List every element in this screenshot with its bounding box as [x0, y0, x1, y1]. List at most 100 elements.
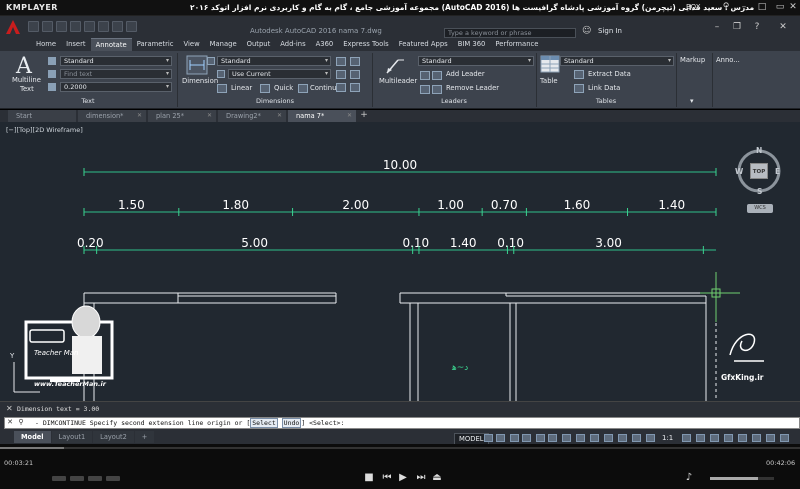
app-restore-icon[interactable]: ❐	[730, 22, 744, 34]
customize-command-icon[interactable]: ⚲	[17, 418, 25, 427]
settings-gear-icon[interactable]	[682, 434, 691, 442]
multiline-text-label-2[interactable]: Text	[20, 85, 34, 93]
layout-tab-layout1[interactable]: Layout1	[51, 431, 93, 443]
text-style-select[interactable]: Standard	[60, 56, 172, 66]
player-tool-button[interactable]	[106, 476, 120, 481]
extract-data-icon[interactable]	[574, 70, 584, 79]
markup-expand-icon[interactable]: ▾	[690, 97, 694, 105]
play-icon[interactable]: ▶	[396, 472, 410, 483]
grid-icon[interactable]	[484, 434, 493, 442]
chain-2-dimension-label[interactable]: 1.40	[450, 236, 477, 250]
tab-express-tools[interactable]: Express Tools	[338, 38, 393, 51]
extract-data-button[interactable]: Extract Data	[588, 70, 631, 78]
command-handle-icon[interactable]: ✕	[6, 404, 13, 413]
otrack-icon[interactable]	[548, 434, 557, 442]
new-tab-button[interactable]: +	[358, 110, 370, 122]
tab-output[interactable]: Output	[242, 38, 276, 51]
user-icon[interactable]: ☺	[582, 26, 591, 36]
snap-icon[interactable]	[496, 434, 505, 442]
multileader-icon[interactable]	[384, 54, 406, 76]
file-tab-nama-7[interactable]: nama 7* ✕	[288, 110, 356, 122]
tab-manage[interactable]: Manage	[205, 38, 242, 51]
plus-icon[interactable]	[696, 434, 705, 442]
polar-icon[interactable]	[522, 434, 531, 442]
add-leader-icon[interactable]	[432, 71, 442, 80]
chain-2-dimension-label[interactable]: 3.00	[595, 236, 622, 250]
dim-tool-icon-6[interactable]	[350, 83, 360, 92]
tab-insert[interactable]: Insert	[61, 38, 91, 51]
wcs-menu-button[interactable]: WCS	[747, 204, 773, 213]
tab-home[interactable]: Home	[31, 38, 61, 51]
app-help-icon[interactable]: ?	[750, 22, 764, 34]
table-style-select[interactable]: Standard	[560, 56, 674, 66]
redo-icon[interactable]	[112, 21, 123, 32]
tab-add-ins[interactable]: Add-ins	[275, 38, 310, 51]
minimize-icon[interactable]: –	[738, 2, 750, 13]
tab-a360[interactable]: A360	[311, 38, 339, 51]
hardware-acceleration-icon[interactable]	[766, 434, 775, 442]
leader-align-icon[interactable]	[420, 71, 430, 80]
close-tab-icon[interactable]: ✕	[277, 112, 282, 119]
dimensions-panel-title[interactable]: Dimensions	[180, 97, 370, 105]
chain-1-dimension-label[interactable]: 0.70	[491, 198, 518, 212]
layout-tab-layout2[interactable]: Layout2	[93, 431, 134, 443]
tab-performance[interactable]: Performance	[490, 38, 543, 51]
find-text-input[interactable]: Find text	[60, 69, 172, 79]
layout-tab-model[interactable]: Model	[14, 431, 51, 443]
compass-south[interactable]: S	[757, 187, 762, 196]
annotation-scale[interactable]: 1:1	[662, 434, 673, 442]
link-data-button[interactable]: Link Data	[588, 84, 620, 92]
isolate-objects-icon[interactable]	[752, 434, 761, 442]
player-tool-button[interactable]	[88, 476, 102, 481]
ortho-icon[interactable]	[510, 434, 519, 442]
file-tab-plan-25[interactable]: plan 25* ✕	[148, 110, 216, 122]
sign-in-button[interactable]: Sign In	[598, 27, 622, 35]
pin-icon[interactable]: ⚲	[720, 2, 732, 13]
eject-icon[interactable]: ⏏	[430, 472, 444, 483]
continue-icon[interactable]	[298, 84, 308, 93]
player-tool-button[interactable]	[70, 476, 84, 481]
workspace-icon[interactable]	[710, 434, 719, 442]
dim-tool-icon-2[interactable]	[350, 57, 360, 66]
dimension-layer-select[interactable]: Use Current	[228, 69, 331, 79]
annotation-panel-label[interactable]: Anno...	[716, 56, 740, 64]
command-option-select[interactable]: Select	[250, 418, 278, 428]
text-height-select[interactable]: 0.2000	[60, 82, 172, 92]
file-tab-start[interactable]: Start	[8, 110, 76, 122]
transparency-icon[interactable]	[618, 434, 627, 442]
annotation-monitor-icon[interactable]	[724, 434, 733, 442]
previous-icon[interactable]: ⏮	[380, 472, 394, 483]
dimension-style-select[interactable]: Standard	[217, 56, 331, 66]
fullscreen-icon[interactable]: ▭	[774, 2, 786, 13]
units-icon[interactable]	[738, 434, 747, 442]
leader-style-select[interactable]: Standard	[418, 56, 534, 66]
file-tab-drawing2[interactable]: Drawing2* ✕	[218, 110, 286, 122]
close-tab-icon[interactable]: ✕	[347, 112, 352, 119]
share-icon[interactable]	[126, 21, 137, 32]
chain-1-dimension-label[interactable]: 1.50	[118, 198, 145, 212]
annotation-visibility-icon[interactable]	[632, 434, 641, 442]
chain-2-dimension-label[interactable]: 5.00	[241, 236, 268, 250]
save-as-icon[interactable]	[70, 21, 81, 32]
search-input[interactable]: Type a keyword or phrase	[444, 28, 576, 38]
close-command-icon[interactable]: ✕	[6, 418, 14, 427]
save-icon[interactable]	[56, 21, 67, 32]
multiline-text-label-1[interactable]: Multiline	[12, 76, 41, 84]
chain-2-dimension-label[interactable]: 0.10	[402, 236, 429, 250]
command-input[interactable]: - DIMCONTINUE Specify second extension l…	[4, 417, 800, 429]
close-icon[interactable]: ✕	[787, 2, 799, 13]
tab-annotate[interactable]: Annotate	[90, 38, 132, 51]
overall-dimension-label[interactable]: 10.00	[383, 158, 417, 172]
compass-east[interactable]: E	[775, 167, 780, 176]
chain-1-dimension-label[interactable]: 2.00	[342, 198, 369, 212]
remove-leader-icon[interactable]	[432, 85, 442, 94]
leaders-panel-title[interactable]: Leaders	[374, 97, 534, 105]
add-leader-button[interactable]: Add Leader	[446, 70, 485, 78]
lineweight-icon[interactable]	[604, 434, 613, 442]
quick-dimension-button[interactable]: Quick	[274, 84, 293, 92]
viewcube-top-face[interactable]: TOP	[750, 163, 768, 179]
tab-parametric[interactable]: Parametric	[132, 38, 179, 51]
file-tab-dimension[interactable]: dimension* ✕	[78, 110, 146, 122]
dim-tool-icon-4[interactable]	[350, 70, 360, 79]
markup-panel-label[interactable]: Markup	[680, 56, 705, 64]
